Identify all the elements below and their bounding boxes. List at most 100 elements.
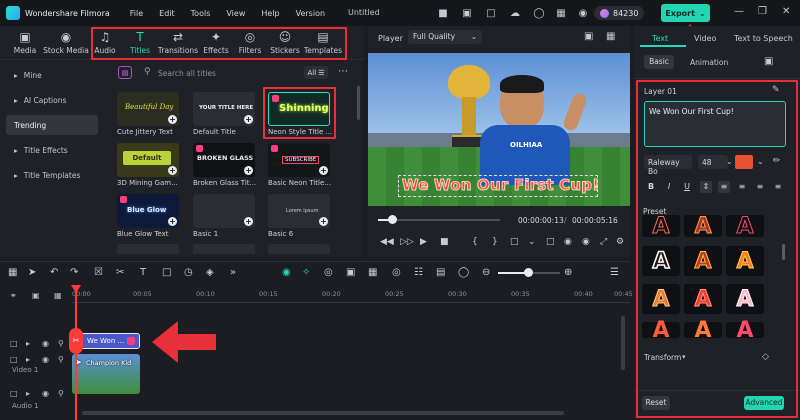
title-thumb-default[interactable]: YOUR TITLE HERE + [193, 92, 255, 126]
timeline-menu-icon[interactable]: ☰ [610, 267, 619, 278]
nav-mine[interactable]: ▸ Mine [6, 65, 98, 85]
speaker-icon[interactable]: ▸ [26, 389, 30, 398]
credits-badge[interactable]: 84230 [594, 6, 645, 20]
add-icon[interactable]: + [244, 217, 253, 226]
effects-timeline-icon[interactable]: ◯ [458, 267, 469, 278]
display-icon[interactable]: □ [546, 237, 555, 247]
title-thumb-partial[interactable] [268, 244, 330, 254]
add-icon[interactable]: + [168, 166, 177, 175]
render-icon[interactable]: ◉ [282, 267, 291, 278]
eye-icon[interactable]: ◉ [42, 339, 49, 348]
store-icon[interactable]: ▣ [460, 6, 474, 20]
expand-icon[interactable]: ⤢ [600, 237, 607, 247]
clip-range-icon[interactable]: □ [510, 237, 519, 247]
title-thumb-basic-6[interactable]: Lorem ipsum + [268, 194, 330, 228]
speaker-icon[interactable]: ▸ [26, 355, 30, 364]
monitor-icon[interactable]: □ [484, 6, 498, 20]
cloud-icon[interactable]: ☁ [508, 6, 522, 20]
menu-help[interactable]: Help [261, 9, 279, 18]
prev-frame-icon[interactable]: ◀◀ [380, 237, 394, 247]
folder-icon[interactable]: □ [10, 355, 18, 364]
overlay-title-text[interactable]: We Won Our First Cup! [401, 176, 599, 195]
nav-title-templates[interactable]: ▸ Title Templates [6, 165, 98, 185]
snapshot-icon[interactable]: ▣ [584, 31, 593, 42]
menu-file[interactable]: File [130, 9, 143, 18]
save-preset-icon[interactable]: ▣ [764, 56, 773, 67]
add-icon[interactable]: + [319, 166, 328, 175]
favorites-icon[interactable]: ▤ [118, 66, 132, 79]
add-icon[interactable]: + [244, 166, 253, 175]
notification-icon[interactable]: ◉ [576, 6, 590, 20]
video-clip[interactable]: ▶ Champion Kid [72, 354, 140, 394]
microphone-icon[interactable]: ◎ [392, 267, 401, 278]
title-thumb-basic-1[interactable]: + [193, 194, 255, 228]
speed-icon[interactable]: ◷ [184, 267, 193, 278]
gift-icon[interactable]: ■ [436, 6, 450, 20]
video-preview[interactable]: OILHIAA We Won Our First Cup! [368, 53, 630, 206]
filter-dropdown[interactable]: All ☰ [304, 66, 328, 79]
undo-icon[interactable]: ↶ [50, 267, 58, 278]
menu-tools[interactable]: Tools [191, 9, 211, 18]
title-thumb-basic-neon[interactable]: SUBSCRIBE + [268, 143, 330, 177]
lock-icon[interactable]: ⚲ [58, 355, 64, 364]
tab-media[interactable]: ▣ Media [4, 30, 46, 55]
chevron-down-icon[interactable]: ⌄ [528, 237, 536, 247]
zoom-in-icon[interactable]: ⊕ [564, 267, 572, 278]
subtab-animation[interactable]: Animation [690, 58, 728, 67]
subtitle-icon[interactable]: ▤ [436, 267, 445, 278]
speaker-icon[interactable]: ▸ [26, 339, 30, 348]
nav-title-effects[interactable]: ▸ Title Effects [6, 140, 98, 160]
add-icon[interactable]: + [244, 115, 253, 124]
tab-text-to-speech[interactable]: Text to Speech [734, 34, 793, 43]
link-icon[interactable]: ▣ [32, 291, 40, 300]
title-thumb-partial[interactable] [193, 244, 255, 254]
audio-meter-icon[interactable]: ◉ [582, 237, 590, 247]
play-icon[interactable]: ▶ [420, 237, 427, 247]
title-thumb-partial[interactable] [117, 244, 179, 254]
more-options-icon[interactable]: ⋯ [338, 66, 348, 77]
track-layout-icon[interactable]: ▦ [54, 291, 62, 300]
split-icon[interactable]: ✂ [116, 267, 124, 278]
folder-icon[interactable]: □ [10, 389, 18, 398]
preview-scrubber-handle[interactable] [388, 215, 397, 224]
eye-icon[interactable]: ◉ [42, 355, 49, 364]
menu-version[interactable]: Version [296, 9, 325, 18]
timeline-vertical-scrollbar[interactable] [621, 316, 625, 370]
audio-ducking-icon[interactable]: ☷ [414, 267, 423, 278]
mask-layer-icon[interactable]: ▣ [346, 267, 355, 278]
tab-stock-media[interactable]: ◉ Stock Media [42, 30, 90, 55]
camera-icon[interactable]: ◉ [564, 237, 572, 247]
tab-video[interactable]: Video [694, 34, 716, 43]
quality-dropdown[interactable]: Full Quality ⌄ [408, 30, 482, 44]
close-icon[interactable]: ✕ [782, 6, 790, 17]
ai-icon[interactable]: ▦ [368, 267, 377, 278]
minimize-icon[interactable]: — [734, 6, 744, 17]
export-button[interactable]: Export ⌄ [661, 4, 710, 22]
image-icon[interactable]: ▦ [606, 31, 615, 42]
add-icon[interactable]: + [168, 115, 177, 124]
lock-icon[interactable]: ⚲ [58, 389, 64, 398]
title-thumb-blue-glow[interactable]: Blue Glow + [117, 194, 179, 228]
mark-out-icon[interactable]: } [492, 237, 498, 247]
tab-text[interactable]: Text [652, 34, 668, 43]
grid-scrollbar[interactable] [357, 86, 360, 120]
menu-edit[interactable]: Edit [159, 9, 175, 18]
zoom-out-icon[interactable]: ⊖ [482, 267, 490, 278]
mask-icon[interactable]: ◈ [206, 267, 214, 278]
snap-icon[interactable]: ✧ [302, 267, 310, 278]
title-thumb-cute-jittery[interactable]: Beautiful Day + [117, 92, 179, 126]
motion-track-icon[interactable]: ◎ [324, 267, 333, 278]
add-icon[interactable]: + [319, 217, 328, 226]
nav-ai-captions[interactable]: ▸ AI Captions [6, 90, 98, 110]
add-icon[interactable]: + [168, 217, 177, 226]
title-thumb-broken-glass[interactable]: BROKEN GLASS + [193, 143, 255, 177]
search-input[interactable]: Search all titles [158, 69, 216, 78]
crop-icon[interactable]: □ [162, 267, 171, 278]
grid-icon[interactable]: ▦ [554, 6, 568, 20]
title-thumb-3d-mining[interactable]: Default + [117, 143, 179, 177]
stop-icon[interactable]: ■ [440, 237, 449, 247]
zoom-slider-handle[interactable] [524, 268, 533, 277]
delete-icon[interactable]: ☒ [94, 267, 103, 278]
subtab-basic[interactable]: Basic [644, 55, 674, 69]
eye-icon[interactable]: ◉ [42, 389, 49, 398]
